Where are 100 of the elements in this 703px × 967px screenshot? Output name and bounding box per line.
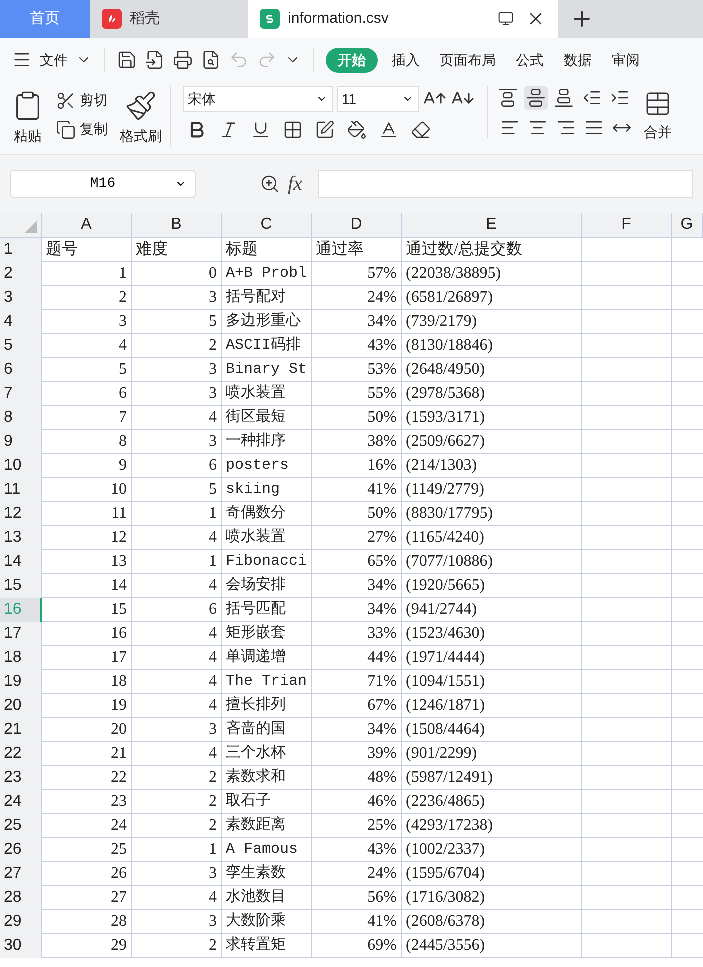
column-header[interactable]: A [42,213,132,237]
ribbon-tab[interactable]: 插入 [386,50,426,70]
align-button[interactable] [552,86,576,110]
column-header[interactable]: D [312,213,402,237]
window-tab[interactable]: information.csv [248,0,558,38]
row-header[interactable]: 24 [0,790,42,814]
row-header[interactable]: 11 [0,478,42,502]
row-header[interactable]: 1 [0,238,42,262]
ribbon-tab[interactable]: 审阅 [606,50,646,70]
ribbon-tab[interactable]: 公式 [510,50,550,70]
row-header[interactable]: 12 [0,502,42,526]
ribbon-tab[interactable]: 数据 [558,50,598,70]
column-header[interactable]: B [132,213,222,237]
formula-field[interactable] [318,170,693,198]
align-button[interactable] [524,86,548,110]
table-cell: 吝啬的国 [222,718,312,742]
table-cell: Fibonacci [222,550,312,574]
row-header[interactable]: 22 [0,742,42,766]
format-painter-icon[interactable] [125,90,157,122]
row-header[interactable]: 9 [0,430,42,454]
row-header[interactable]: 29 [0,910,42,934]
column-header[interactable]: G [672,213,703,237]
name-box[interactable]: M16 [10,170,196,198]
table-cell: 53% [312,358,402,382]
table-cell: (8830/17795) [402,502,582,526]
table-cell: A Famous [222,838,312,862]
table-cell: 43% [312,334,402,358]
font-size-field[interactable]: 11 [337,86,419,112]
align-button[interactable] [496,86,520,110]
font-color-icon[interactable] [379,120,399,140]
table-cell: 4 [132,406,222,430]
table-cell: 2 [132,934,222,958]
row-header[interactable]: 8 [0,406,42,430]
row-header[interactable]: 7 [0,382,42,406]
eraser-icon[interactable] [411,120,431,140]
column-header[interactable]: F [582,213,672,237]
table-cell: (2648/4950) [402,358,582,382]
table-cell: 1 [132,838,222,862]
row-header[interactable]: 14 [0,550,42,574]
row-header[interactable]: 3 [0,286,42,310]
table-cell: 2 [132,790,222,814]
merge-button[interactable]: 合并 [644,122,672,143]
copy-button[interactable]: 复制 [80,119,108,140]
borders-icon[interactable] [283,120,303,140]
table-cell: (1002/2337) [402,838,582,862]
font-name-field[interactable]: 宋体 [183,86,333,112]
table-cell: 8 [42,430,132,454]
paste-button[interactable]: 粘贴 [14,126,42,147]
table-cell: 括号匹配 [222,598,312,622]
ribbon-tab[interactable]: 页面布局 [434,50,502,70]
row-header[interactable]: 19 [0,670,42,694]
row-header[interactable]: 2 [0,262,42,286]
row-header[interactable]: 5 [0,334,42,358]
table-cell: ASCII码排 [222,334,312,358]
cell-style-icon[interactable] [315,120,335,140]
row-header[interactable]: 10 [0,454,42,478]
table-cell: (1920/5665) [402,574,582,598]
row-header[interactable]: 23 [0,766,42,790]
print-icon[interactable] [173,50,193,70]
row-header[interactable]: 13 [0,526,42,550]
row-header[interactable]: 18 [0,646,42,670]
underline-icon[interactable] [251,120,271,140]
table-cell: Binary St [222,358,312,382]
table-cell: (1593/3171) [402,406,582,430]
table-cell: 71% [312,670,402,694]
zoom-icon[interactable] [260,174,280,194]
fill-color-icon[interactable] [347,120,367,140]
copy-icon[interactable] [56,120,76,140]
row-header[interactable]: 21 [0,718,42,742]
table-cell: 4 [132,622,222,646]
row-header[interactable]: 17 [0,622,42,646]
row-header[interactable]: 27 [0,862,42,886]
row-header[interactable]: 30 [0,934,42,958]
row-header[interactable]: 15 [0,574,42,598]
row-header[interactable]: 20 [0,694,42,718]
table-cell: The Trian [222,670,312,694]
table-cell: 34% [312,718,402,742]
table-cell: (2608/6378) [402,910,582,934]
table-cell: 16% [312,454,402,478]
export-icon[interactable] [145,50,165,70]
table-cell: 12 [42,526,132,550]
row-header[interactable]: 4 [0,310,42,334]
format-painter-button[interactable]: 格式刷 [120,126,162,147]
cut-icon[interactable] [56,90,76,110]
cut-button[interactable]: 剪切 [80,90,108,111]
save-icon[interactable] [117,50,137,70]
table-cell: 矩形嵌套 [222,622,312,646]
row-header[interactable]: 6 [0,358,42,382]
column-header[interactable]: E [402,213,582,237]
function-button[interactable]: fx [288,169,302,199]
file-menu[interactable]: 文件 [40,50,68,70]
table-cell: 34% [312,310,402,334]
merge-icon[interactable] [644,90,672,118]
row-header[interactable]: 26 [0,838,42,862]
table-cell: 4 [132,574,222,598]
preview-icon[interactable] [201,50,221,70]
column-header[interactable]: C [222,213,312,237]
row-header[interactable]: 25 [0,814,42,838]
row-header[interactable]: 28 [0,886,42,910]
monitor-icon[interactable] [498,11,514,27]
